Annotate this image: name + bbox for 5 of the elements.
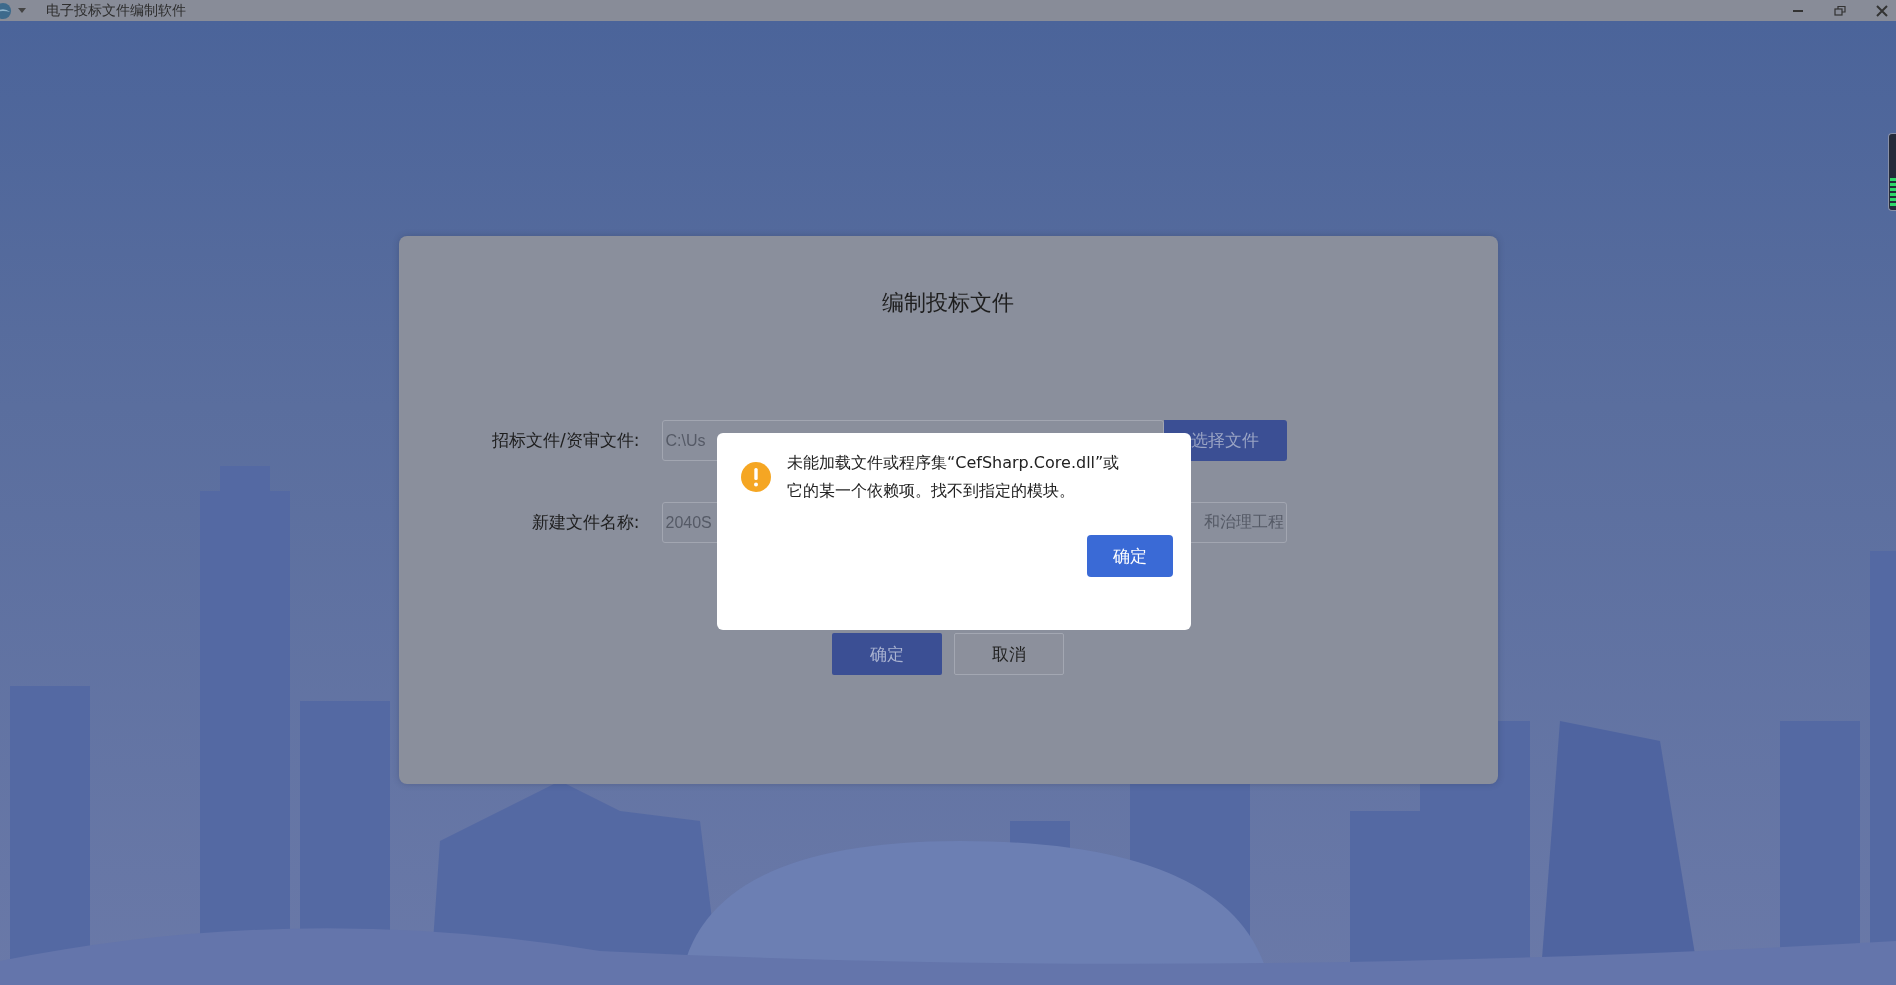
field-label: 新建文件名称: [530,511,641,534]
window-title: 电子投标文件编制软件 [46,1,186,20]
field-label: 招标文件/资审文件: [491,429,641,452]
error-message: 未能加载文件或程序集“CefSharp.Core.dll”或它的某一个依赖项。找不到指定的模块。 [787,452,1121,502]
form-title: 编制投标文件 [882,289,1014,317]
